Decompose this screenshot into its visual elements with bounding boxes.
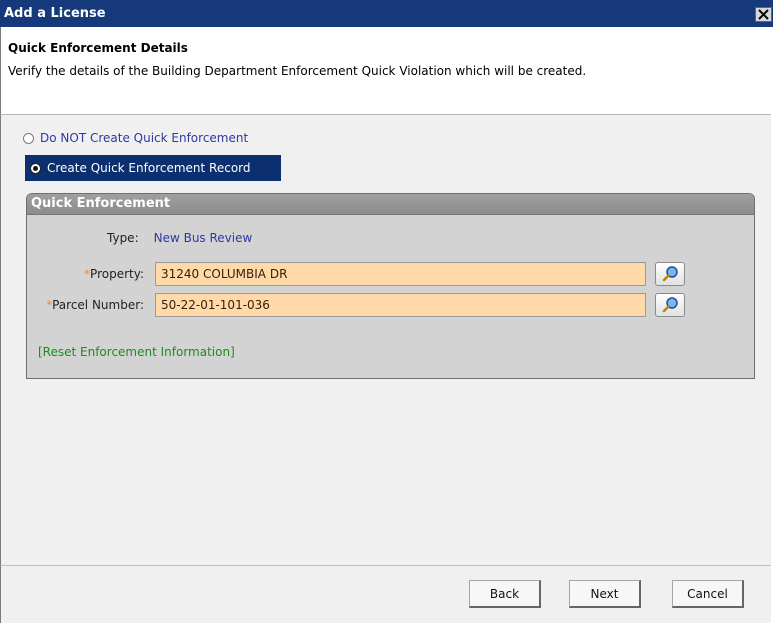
step-description: Verify the details of the Building Depar… [8,64,587,78]
magnifier-icon [662,297,678,313]
panel-title: Quick Enforcement [27,194,754,215]
property-lookup-button[interactable] [655,262,685,286]
parcel-input[interactable]: 50-22-01-101-036 [155,293,646,317]
radio-checked-icon[interactable] [30,162,41,174]
parcel-row: *Parcel Number: 50-22-01-101-036 [27,293,685,317]
close-icon [758,9,769,20]
magnifier-icon [662,266,678,282]
option-do-not-create[interactable]: Do NOT Create Quick Enforcement [23,129,248,147]
option-label[interactable]: Do NOT Create Quick Enforcement [40,131,248,145]
reset-enforcement-link[interactable]: [Reset Enforcement Information] [38,345,235,359]
radio-unchecked-icon[interactable] [23,132,34,144]
step-title: Quick Enforcement Details [8,41,188,55]
type-value: New Bus Review [153,231,253,245]
parcel-label: *Parcel Number: [46,298,144,312]
property-label: *Property: [84,267,144,281]
step-header: Quick Enforcement Details Verify the det… [0,27,771,115]
content-area: Do NOT Create Quick Enforcement Create Q… [0,115,771,565]
parcel-lookup-button[interactable] [655,293,685,317]
type-row: Type: New Bus Review [107,231,252,245]
property-input[interactable]: 31240 COLUMBIA DR [155,262,646,286]
quick-enforcement-panel: Quick Enforcement Type: New Bus Review *… [26,193,755,379]
window-title: Add a License [4,6,106,21]
option-create-record[interactable]: Create Quick Enforcement Record [25,155,281,181]
wizard-footer: Back Next Cancel [0,565,771,623]
back-button[interactable]: Back [469,580,541,608]
close-button[interactable] [755,7,772,22]
property-row: *Property: 31240 COLUMBIA DR [27,262,685,286]
type-label: Type: [107,231,139,245]
option-label[interactable]: Create Quick Enforcement Record [47,161,251,175]
title-bar: Add a License [0,0,773,27]
next-button[interactable]: Next [569,580,641,608]
cancel-button[interactable]: Cancel [672,580,744,608]
